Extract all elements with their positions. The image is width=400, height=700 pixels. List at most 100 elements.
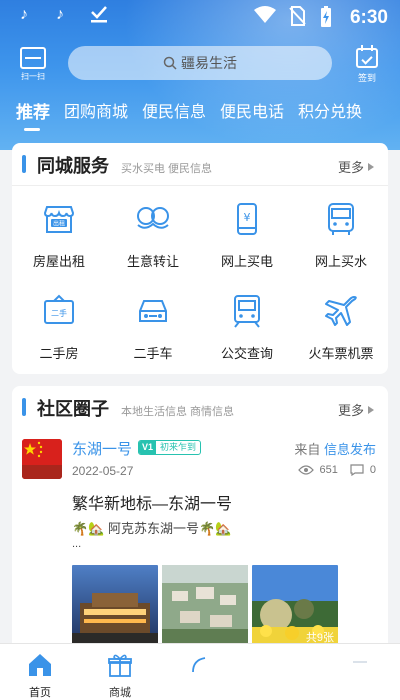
- category-tabs: 推荐 团购商城 便民信息 便民电话 积分兑换: [16, 101, 376, 131]
- more-link[interactable]: 更多: [338, 157, 374, 176]
- phone-yuan-icon: ¥: [237, 203, 257, 235]
- tab-recommend[interactable]: 推荐: [16, 101, 50, 131]
- post-text: 🌴🏡 阿克苏东湖一号🌴🏡: [72, 521, 232, 536]
- nav-label: 商城: [109, 687, 131, 699]
- post-image[interactable]: [162, 565, 248, 647]
- service-used-car[interactable]: 二手车: [106, 281, 200, 371]
- scan-label: 扫一扫: [21, 72, 45, 81]
- service-business-transfer[interactable]: 生意转让: [106, 189, 200, 279]
- app-header: ♪ ♪ 6:30 扫一扫 疆易生活 签到 推荐 团购商城 便民信息 便民电话 积…: [0, 0, 400, 150]
- bottom-nav: 首页 商城: [0, 643, 400, 700]
- car-icon: [139, 300, 167, 322]
- service-label: 房屋出租: [32, 254, 85, 269]
- scan-icon: [20, 47, 46, 69]
- source-prefix: 来自: [294, 442, 321, 457]
- calendar-check-icon: [356, 45, 378, 68]
- post-stats: 651 0: [297, 464, 376, 476]
- download-done-icon: [90, 4, 108, 29]
- partial-arc-icon: [192, 657, 206, 673]
- post-image[interactable]: [72, 565, 158, 647]
- mustache-icon: [137, 207, 169, 229]
- post-source: 来自 信息发布: [294, 439, 376, 458]
- service-label: 公交查询: [220, 346, 273, 361]
- search-icon: [163, 56, 177, 70]
- tab-convenience-info[interactable]: 便民信息: [142, 101, 206, 129]
- secondhand-sign-text: 二手: [51, 308, 67, 318]
- gift-icon: [108, 654, 132, 677]
- more-label: 更多: [337, 403, 364, 418]
- service-buy-electricity[interactable]: ¥ 网上买电: [200, 189, 294, 279]
- nav-mall[interactable]: 商城: [80, 644, 160, 700]
- level-badge: V1 初来乍到: [138, 440, 202, 455]
- post-image[interactable]: 共9张: [252, 565, 338, 647]
- section-subtitle: 买水买电 便民信息: [121, 163, 213, 175]
- status-bar: ♪ ♪ 6:30: [0, 0, 400, 36]
- nav-home[interactable]: 首页: [0, 644, 80, 700]
- comment-icon: [350, 464, 364, 476]
- source-link[interactable]: 信息发布: [324, 442, 376, 457]
- view-count: 651: [319, 464, 338, 476]
- more-link[interactable]: 更多: [338, 400, 374, 419]
- tiktok-icon: ♪: [20, 6, 28, 23]
- service-house-rent[interactable]: 出租 房屋出租: [12, 189, 106, 279]
- community-card: 社区圈子 本地生活信息 商情信息 更多 东湖一号 V1 初来乍到 来自 信息发布…: [12, 386, 388, 656]
- train-icon: [234, 295, 260, 328]
- scan-button[interactable]: 扫一扫: [18, 47, 48, 83]
- post-author[interactable]: 东湖一号: [72, 438, 132, 459]
- service-label: 二手房: [39, 346, 79, 361]
- tab-convenience-phone[interactable]: 便民电话: [220, 101, 284, 129]
- signin-button[interactable]: 签到: [352, 45, 382, 83]
- city-service-card: 同城服务 买水买电 便民信息 更多 出租 房屋出租 生意转让 ¥ 网上买电 网上…: [12, 143, 388, 374]
- service-label: 网上买水: [314, 254, 367, 269]
- eye-icon: [297, 465, 314, 475]
- section-title: 社区圈子: [37, 399, 109, 419]
- search-placeholder: 疆易生活: [181, 55, 237, 71]
- tiktok-icon-2: ♪: [56, 6, 64, 23]
- section-bar: [22, 398, 26, 416]
- section-title: 同城服务: [37, 156, 109, 176]
- city-service-header: 同城服务 买水买电 便民信息 更多: [12, 143, 388, 183]
- service-buy-water[interactable]: 网上买水: [294, 189, 388, 279]
- service-train-flight-ticket[interactable]: 火车票机票: [294, 281, 388, 371]
- badge-level: V1: [139, 441, 157, 454]
- svg-text:¥: ¥: [244, 211, 251, 224]
- partial-icon: [353, 661, 367, 663]
- section-subtitle: 本地生活信息 商情信息: [121, 406, 235, 418]
- tab-group-buy[interactable]: 团购商城: [64, 101, 128, 129]
- no-signal-icon: [288, 6, 306, 31]
- nav-item-3[interactable]: [160, 644, 240, 700]
- service-label: 火车票机票: [308, 346, 374, 361]
- battery-charging-icon: [320, 6, 332, 33]
- shop-sign-text: 出租: [53, 220, 65, 228]
- comment-count: 0: [369, 464, 376, 476]
- post-ellipsis: ...: [72, 538, 82, 550]
- service-label: 生意转让: [126, 254, 179, 269]
- bus-icon: [328, 203, 354, 235]
- nav-label: 首页: [29, 687, 51, 699]
- service-secondhand-house[interactable]: 二手 二手房: [12, 281, 106, 371]
- post-title[interactable]: 繁华新地标—东湖一号: [72, 490, 232, 514]
- service-bus-query[interactable]: 公交查询: [200, 281, 294, 371]
- chevron-right-icon: [368, 163, 374, 171]
- shop-icon: 出租: [43, 206, 75, 233]
- divider: [12, 185, 388, 186]
- plane-icon: [325, 296, 357, 326]
- nav-item-4[interactable]: [240, 644, 320, 700]
- post-date: 2022-05-27: [72, 464, 134, 478]
- home-icon: [29, 654, 51, 676]
- service-label: 二手车: [133, 346, 173, 361]
- wifi-icon: [254, 6, 276, 29]
- badge-text: 初来乍到: [160, 442, 197, 452]
- tab-points-exchange[interactable]: 积分兑换: [298, 101, 362, 129]
- chevron-right-icon: [368, 406, 374, 414]
- section-bar: [22, 155, 26, 173]
- search-input[interactable]: 疆易生活: [68, 46, 332, 80]
- avatar[interactable]: [22, 439, 62, 479]
- secondhand-sign-icon: 二手: [44, 294, 74, 324]
- service-label: 网上买电: [220, 254, 273, 269]
- more-label: 更多: [337, 160, 364, 175]
- status-time: 6:30: [349, 7, 388, 28]
- nav-item-5[interactable]: [320, 644, 400, 700]
- signin-label: 签到: [357, 73, 376, 83]
- community-header: 社区圈子 本地生活信息 商情信息 更多: [12, 386, 388, 426]
